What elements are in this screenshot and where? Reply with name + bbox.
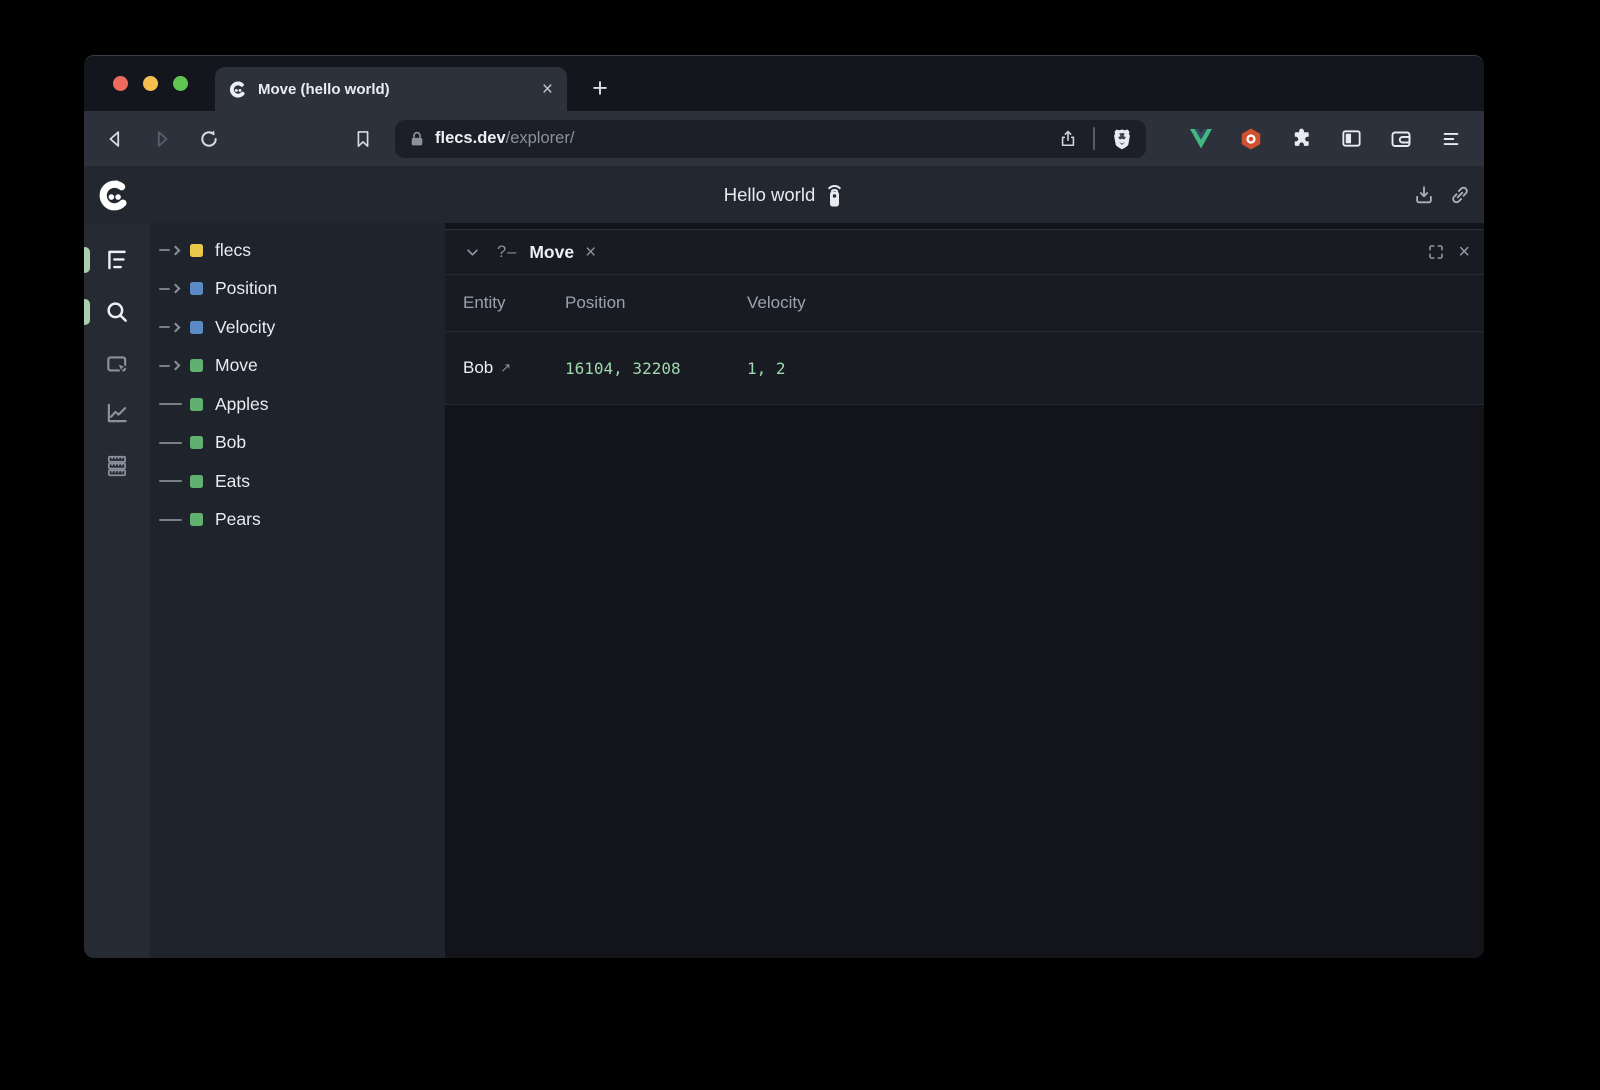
sidebar-toggle-icon[interactable] [1338, 126, 1364, 152]
tree-guide-line [159, 442, 190, 444]
url-bar[interactable]: flecs.dev/explorer/ [395, 120, 1146, 158]
search-tool-active-indicator [84, 299, 90, 325]
column-header-entity: Entity [463, 293, 565, 313]
panel-close-icon[interactable]: × [1458, 242, 1470, 262]
entity-link-arrow-icon: ↗ [500, 360, 511, 376]
vue-devtools-extension-icon[interactable] [1188, 126, 1214, 152]
inspector-tool-icon[interactable] [104, 352, 130, 378]
page-title: Hello world [724, 184, 816, 206]
link-icon[interactable] [1448, 183, 1472, 207]
result-table-header: Entity Position Velocity [445, 275, 1484, 332]
tool-rail [84, 223, 150, 958]
download-icon[interactable] [1412, 183, 1436, 207]
tab-title: Move (hello world) [258, 81, 390, 98]
tree-item-label: Velocity [215, 317, 275, 338]
stats-tool-icon[interactable] [104, 400, 130, 426]
entity-color-square [190, 321, 203, 334]
tree-item-label: Eats [215, 471, 250, 492]
menu-icon[interactable] [1438, 126, 1464, 152]
share-icon[interactable] [1058, 129, 1078, 149]
main-canvas: ?– Move × × Entity Position [445, 223, 1484, 958]
velocity-value: 1, 2 [747, 359, 1484, 378]
extension-icons [1188, 126, 1464, 152]
query-icon: ?– [497, 243, 517, 262]
entity-color-square [190, 436, 203, 449]
tree-guide-line [159, 519, 190, 521]
browser-toolbar: flecs.dev/explorer/ [84, 111, 1484, 166]
query-panel: ?– Move × × Entity Position [445, 229, 1484, 405]
tree-item-label: flecs [215, 240, 251, 261]
tab-favicon-flecs-icon [228, 79, 248, 99]
url-path: /explorer/ [506, 129, 575, 147]
close-window-button[interactable] [113, 76, 128, 91]
remote-connection-icon[interactable] [825, 181, 844, 208]
tab-bar: Move (hello world) × + [84, 56, 1484, 111]
entity-color-square [190, 475, 203, 488]
query-title: Move [529, 242, 574, 263]
zoom-window-button[interactable] [173, 76, 188, 91]
chevron-down-icon[interactable] [463, 243, 481, 261]
tree-item-label: Position [215, 278, 277, 299]
back-button[interactable] [102, 126, 128, 152]
tree-item-label: Move [215, 355, 258, 376]
minimize-window-button[interactable] [143, 76, 158, 91]
entity-color-square [190, 359, 203, 372]
tree-item-label: Apples [215, 394, 269, 415]
entity-color-square [190, 398, 203, 411]
bookmark-icon[interactable] [350, 126, 376, 152]
tree-tool-active-indicator [84, 247, 90, 273]
position-value: 16104, 32208 [565, 359, 747, 378]
expand-chevron-icon[interactable] [159, 285, 190, 292]
expand-chevron-icon[interactable] [159, 324, 190, 331]
hexagon-extension-icon[interactable] [1238, 126, 1264, 152]
column-header-velocity: Velocity [747, 293, 1484, 313]
entity-color-square [190, 244, 203, 257]
lock-icon [408, 130, 426, 148]
entity-link[interactable]: Bob ↗ [463, 358, 565, 378]
column-header-position: Position [565, 293, 747, 313]
entity-color-square [190, 282, 203, 295]
toolbar-divider [1093, 127, 1095, 150]
window-controls [113, 76, 188, 91]
fullscreen-icon[interactable] [1427, 243, 1445, 261]
entity-color-square [190, 513, 203, 526]
tree-item-position[interactable]: Position [150, 270, 445, 309]
tree-item-velocity[interactable]: Velocity [150, 308, 445, 347]
tree-guide-line [159, 403, 190, 405]
tree-item-bob[interactable]: Bob [150, 424, 445, 463]
tree-item-apples[interactable]: Apples [150, 385, 445, 424]
flecs-logo-icon [96, 176, 133, 213]
tree-item-flecs[interactable]: flecs [150, 231, 445, 270]
browser-window: Move (hello world) × + [84, 55, 1484, 958]
new-tab-button[interactable]: + [584, 72, 616, 104]
extensions-puzzle-icon[interactable] [1288, 126, 1314, 152]
tree-item-eats[interactable]: Eats [150, 462, 445, 501]
tab-close-icon[interactable]: × [542, 80, 553, 99]
brave-shield-icon[interactable] [1110, 127, 1134, 151]
reload-button[interactable] [196, 126, 222, 152]
search-tool-icon[interactable] [104, 299, 130, 325]
url-domain: flecs.dev [435, 129, 506, 147]
explorer-header: Hello world [84, 166, 1484, 223]
wallet-icon[interactable] [1388, 126, 1414, 152]
tree-item-pears[interactable]: Pears [150, 501, 445, 540]
query-remove-icon[interactable]: × [585, 243, 596, 262]
tree-item-move[interactable]: Move [150, 347, 445, 386]
query-panel-header: ?– Move × × [445, 230, 1484, 275]
tree-item-label: Pears [215, 509, 261, 530]
memory-tool-icon[interactable] [104, 453, 130, 479]
expand-chevron-icon[interactable] [159, 362, 190, 369]
tree-guide-line [159, 480, 190, 482]
url-text: flecs.dev/explorer/ [435, 129, 574, 148]
entity-tree: flecs Position Velocity Move Apples [150, 223, 445, 958]
tree-item-label: Bob [215, 432, 246, 453]
expand-chevron-icon[interactable] [159, 247, 190, 254]
tree-tool-icon[interactable] [104, 247, 130, 273]
table-row: Bob ↗ 16104, 32208 1, 2 [445, 332, 1484, 405]
entity-name: Bob [463, 358, 493, 378]
browser-tab[interactable]: Move (hello world) × [215, 67, 567, 111]
forward-button[interactable] [149, 126, 175, 152]
